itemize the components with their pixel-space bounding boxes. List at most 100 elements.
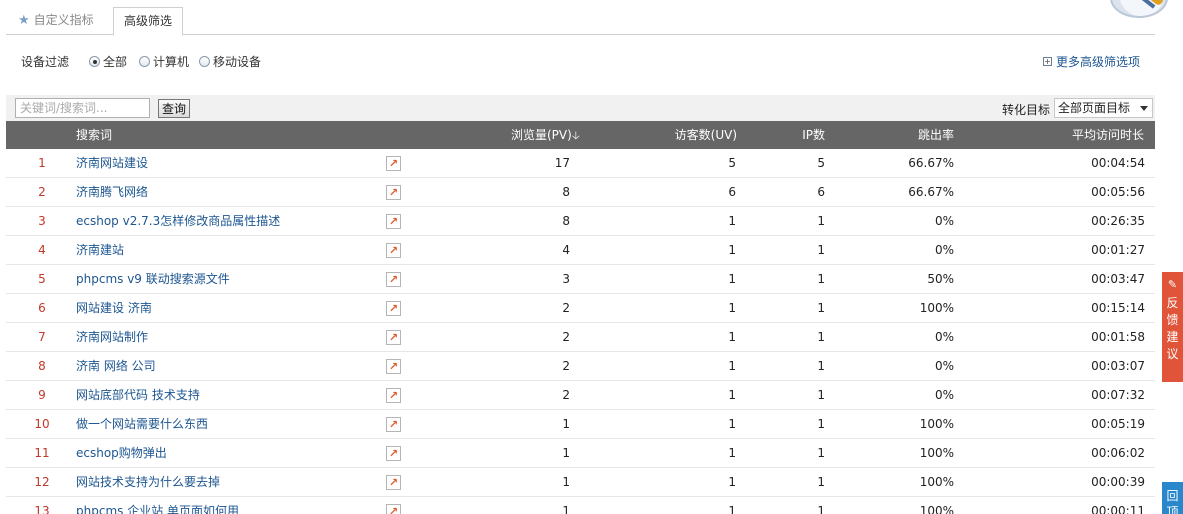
trend-chart-icon[interactable]: ↗ bbox=[386, 475, 401, 490]
table-row: 1 济南网站建设 17 5 5 66.67% 00:04:54 ↗ bbox=[6, 149, 1155, 178]
row-duration: 00:03:07 bbox=[1091, 359, 1145, 373]
row-uv: 1 bbox=[728, 243, 736, 257]
row-keyword-link[interactable]: phpcms 企业站 单页面如何用 bbox=[76, 497, 239, 514]
table-row: 7 济南网站制作 2 1 1 0% 00:01:58 ↗ bbox=[6, 323, 1155, 352]
goal-select[interactable]: 全部页面目标 bbox=[1054, 98, 1153, 118]
row-keyword-link[interactable]: 网站建设 济南 bbox=[76, 294, 152, 323]
keywords-table: 搜索词 浏览量(PV)🡣 访客数(UV) IP数 跳出率 平均访问时长 1 济南网… bbox=[6, 121, 1155, 514]
row-ip: 5 bbox=[817, 156, 825, 170]
row-number: 8 bbox=[38, 359, 46, 373]
row-uv: 1 bbox=[728, 504, 736, 514]
table-row: 11 ecshop购物弹出 1 1 1 100% 00:06:02 ↗ bbox=[6, 439, 1155, 468]
radio-dot-icon bbox=[89, 56, 100, 67]
row-ip: 1 bbox=[817, 504, 825, 514]
row-number: 5 bbox=[38, 272, 46, 286]
table-row: 12 网站技术支持为什么要去掉 1 1 1 100% 00:00:39 ↗ bbox=[6, 468, 1155, 497]
row-uv: 6 bbox=[728, 185, 736, 199]
tab-advanced-filter[interactable]: 高级筛选 bbox=[113, 7, 183, 36]
radio-computer[interactable]: 计算机 bbox=[139, 53, 189, 70]
row-pv: 1 bbox=[562, 475, 570, 489]
trend-chart-icon[interactable]: ↗ bbox=[386, 272, 401, 287]
row-number: 11 bbox=[34, 446, 50, 460]
back-to-top-button[interactable]: 回顶 bbox=[1162, 482, 1183, 514]
row-keyword-link[interactable]: 济南 网络 公司 bbox=[76, 352, 156, 381]
row-uv: 1 bbox=[728, 301, 736, 315]
row-number: 13 bbox=[34, 504, 50, 514]
plus-box-icon: + bbox=[1042, 57, 1052, 66]
row-ip: 1 bbox=[817, 359, 825, 373]
row-duration: 00:01:58 bbox=[1091, 330, 1145, 344]
tab-custom-metrics[interactable]: ★ 自定义指标 bbox=[18, 7, 94, 35]
row-number: 6 bbox=[38, 301, 46, 315]
feedback-button[interactable]: ✎ 反馈建议 bbox=[1162, 272, 1183, 382]
row-number: 4 bbox=[38, 243, 46, 257]
trend-chart-icon[interactable]: ↗ bbox=[386, 156, 401, 171]
row-number: 9 bbox=[38, 388, 46, 402]
radio-computer-label: 计算机 bbox=[153, 55, 190, 69]
row-keyword-link[interactable]: ecshop v2.7.3怎样修改商品属性描述 bbox=[76, 207, 280, 236]
row-ip: 6 bbox=[817, 185, 825, 199]
row-keyword-link[interactable]: 做一个网站需要什么东西 bbox=[76, 410, 208, 439]
row-pv: 1 bbox=[562, 417, 570, 431]
search-toolbar: 查询 转化目标 全部页面目标 bbox=[6, 95, 1155, 121]
row-bounce: 0% bbox=[934, 388, 954, 402]
trend-chart-icon[interactable]: ↗ bbox=[386, 359, 401, 374]
row-pv: 1 bbox=[562, 504, 570, 514]
trend-chart-icon[interactable]: ↗ bbox=[386, 214, 401, 229]
row-keyword-link[interactable]: 网站底部代码 技术支持 bbox=[76, 381, 200, 410]
radio-mobile[interactable]: 移动设备 bbox=[199, 53, 261, 70]
goal-label: 转化目标 bbox=[1001, 103, 1050, 117]
trend-chart-icon[interactable]: ↗ bbox=[386, 446, 401, 461]
row-pv: 3 bbox=[562, 272, 570, 286]
row-uv: 1 bbox=[728, 359, 736, 373]
row-uv: 1 bbox=[728, 446, 736, 460]
search-button[interactable]: 查询 bbox=[158, 99, 191, 118]
trend-chart-icon[interactable]: ↗ bbox=[386, 243, 401, 258]
row-keyword-link[interactable]: 济南网站建设 bbox=[76, 149, 148, 178]
row-pv: 8 bbox=[562, 185, 570, 199]
trend-chart-icon[interactable]: ↗ bbox=[386, 185, 401, 200]
header-duration[interactable]: 平均访问时长 bbox=[1072, 121, 1144, 149]
row-pv: 17 bbox=[554, 156, 570, 170]
sort-down-icon: 🡣 bbox=[571, 129, 580, 142]
table-row: 9 网站底部代码 技术支持 2 1 1 0% 00:07:32 ↗ bbox=[6, 381, 1155, 410]
table-row: 6 网站建设 济南 2 1 1 100% 00:15:14 ↗ bbox=[6, 294, 1155, 323]
row-uv: 1 bbox=[728, 388, 736, 402]
radio-all[interactable]: 全部 bbox=[89, 53, 127, 70]
row-keyword-link[interactable]: ecshop购物弹出 bbox=[76, 439, 167, 468]
radio-dot-icon bbox=[199, 56, 210, 67]
row-bounce: 100% bbox=[919, 475, 954, 489]
row-duration: 00:04:54 bbox=[1091, 156, 1145, 170]
row-ip: 1 bbox=[817, 475, 825, 489]
trend-chart-icon[interactable]: ↗ bbox=[386, 504, 401, 514]
trend-chart-icon[interactable]: ↗ bbox=[386, 330, 401, 345]
row-ip: 1 bbox=[817, 388, 825, 402]
back-to-top-label: 回顶 bbox=[1166, 489, 1179, 514]
row-bounce: 0% bbox=[934, 359, 954, 373]
device-filter-row: 设备过滤 全部 计算机 移动设备 + 更多高级筛选项 bbox=[6, 36, 1155, 94]
row-pv: 8 bbox=[562, 214, 570, 228]
row-bounce: 66.67% bbox=[908, 156, 954, 170]
trend-chart-icon[interactable]: ↗ bbox=[386, 301, 401, 316]
search-input[interactable] bbox=[15, 98, 150, 118]
trend-chart-icon[interactable]: ↗ bbox=[386, 388, 401, 403]
tab-bar: ★ 自定义指标 高级筛选 bbox=[6, 0, 1155, 36]
header-bounce[interactable]: 跳出率 bbox=[918, 121, 954, 149]
row-bounce: 100% bbox=[919, 417, 954, 431]
row-number: 7 bbox=[38, 330, 46, 344]
device-filter-label: 设备过滤 bbox=[21, 55, 70, 69]
row-pv: 2 bbox=[562, 330, 570, 344]
more-filters-link[interactable]: + 更多高级筛选项 bbox=[1042, 53, 1140, 70]
row-uv: 1 bbox=[728, 417, 736, 431]
row-pv: 2 bbox=[562, 388, 570, 402]
header-pv[interactable]: 浏览量(PV)🡣 bbox=[511, 121, 580, 150]
row-keyword-link[interactable]: 济南腾飞网络 bbox=[76, 178, 148, 207]
row-keyword-link[interactable]: phpcms v9 联动搜索源文件 bbox=[76, 265, 230, 294]
row-duration: 00:05:19 bbox=[1091, 417, 1145, 431]
trend-chart-icon[interactable]: ↗ bbox=[386, 417, 401, 432]
header-uv[interactable]: 访客数(UV) bbox=[675, 121, 737, 149]
row-keyword-link[interactable]: 济南网站制作 bbox=[76, 323, 148, 352]
row-keyword-link[interactable]: 网站技术支持为什么要去掉 bbox=[76, 468, 220, 497]
header-ip[interactable]: IP数 bbox=[802, 121, 825, 149]
row-keyword-link[interactable]: 济南建站 bbox=[76, 236, 124, 265]
